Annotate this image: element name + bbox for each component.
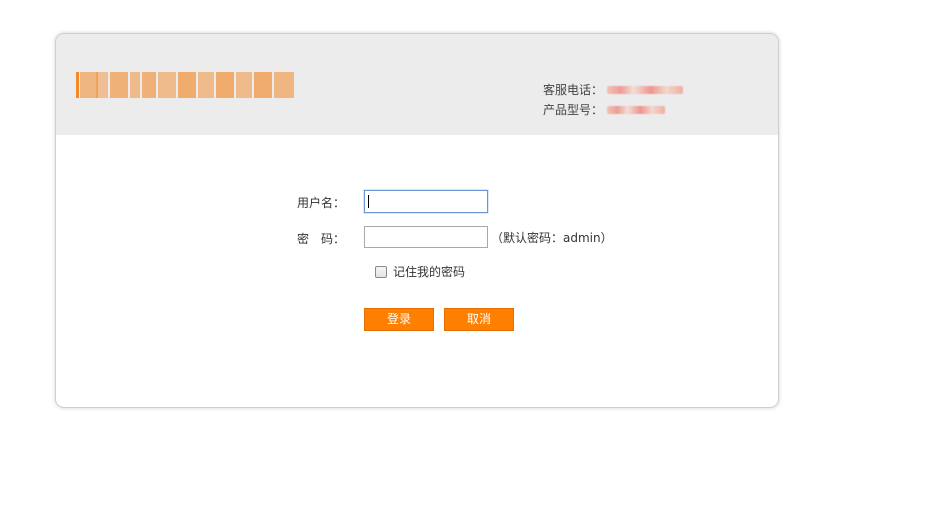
support-phone-value-redacted (607, 86, 684, 94)
password-label: 密 码： (297, 232, 346, 246)
remember-password-option[interactable]: 记住我的密码 (375, 263, 465, 280)
remember-password-checkbox[interactable] (375, 265, 387, 278)
login-button[interactable]: 登录 (364, 308, 434, 331)
remember-password-label: 记住我的密码 (393, 265, 466, 279)
product-model-value-redacted (607, 106, 666, 114)
product-model-row: 产品型号： (543, 100, 683, 120)
username-label: 用户名： (297, 196, 346, 210)
default-password-hint: （默认密码：admin） (491, 231, 613, 245)
header-bar: 客服电话： 产品型号： (56, 34, 778, 135)
brand-logo (76, 68, 296, 102)
login-card: 客服电话： 产品型号： 用户名： 密 码： （默认密码：admin） 记住我的密… (55, 33, 779, 408)
cancel-button[interactable]: 取消 (444, 308, 514, 331)
support-phone-row: 客服电话： (543, 80, 684, 100)
support-info: 客服电话： 产品型号： (543, 80, 684, 120)
username-input[interactable] (364, 190, 488, 213)
product-model-label: 产品型号： (543, 103, 604, 117)
login-form: 用户名： 密 码： （默认密码：admin） 记住我的密码 登录 取消 (56, 135, 778, 407)
password-input[interactable] (364, 226, 488, 248)
support-phone-label: 客服电话： (543, 83, 604, 97)
text-caret (368, 195, 369, 208)
